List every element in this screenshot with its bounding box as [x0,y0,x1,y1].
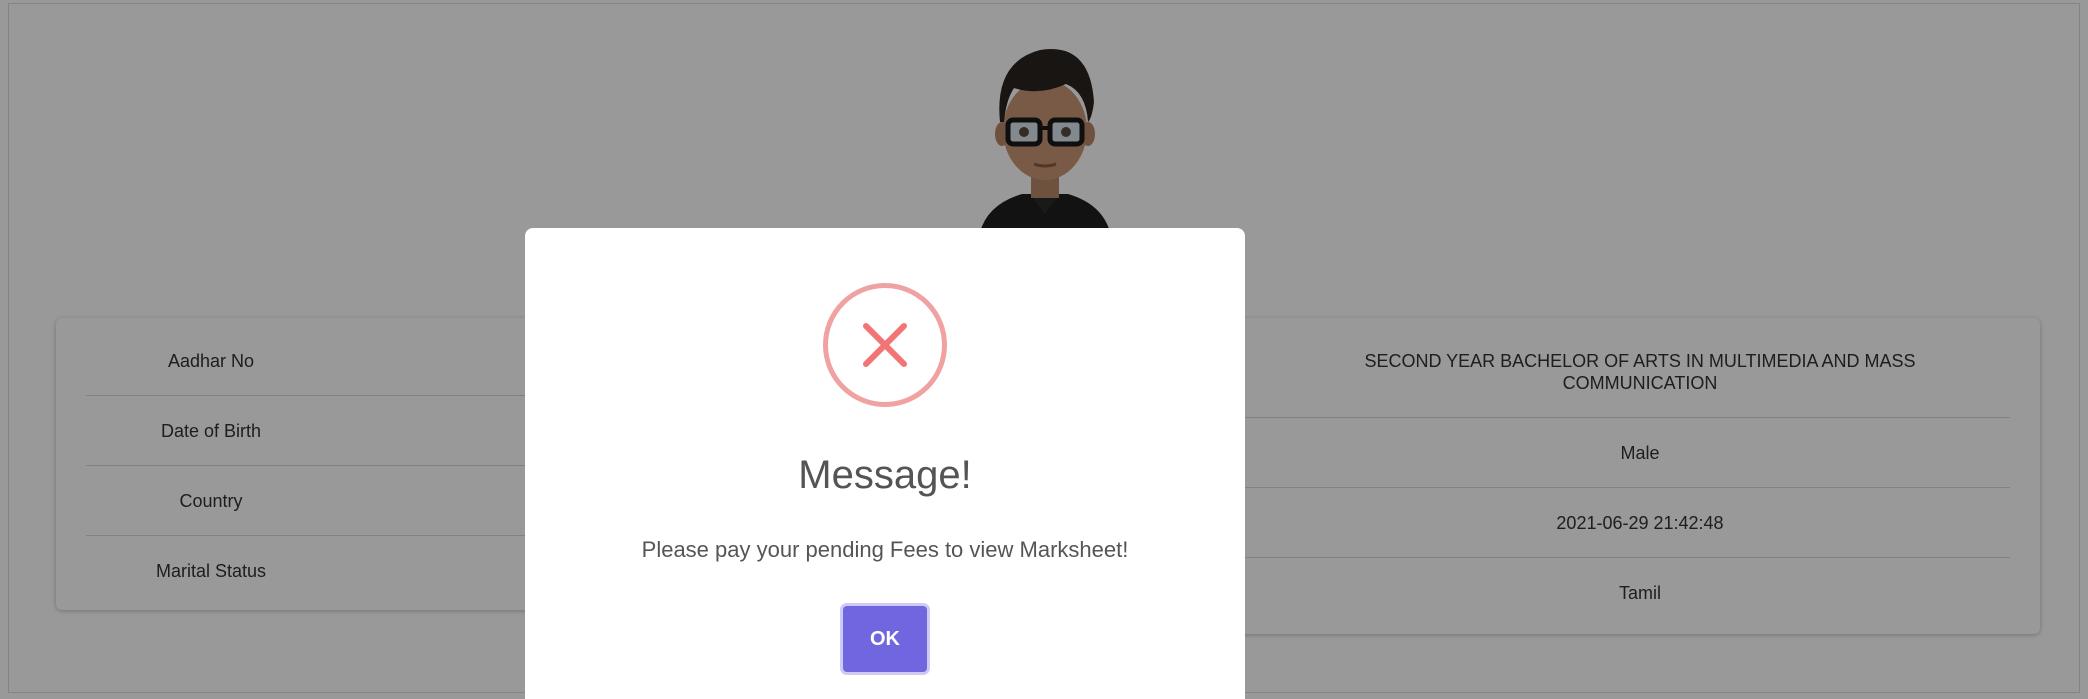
error-x-icon [823,283,947,407]
dialog-title: Message! [798,453,972,497]
ok-button[interactable]: OK [843,606,927,672]
message-dialog: Message! Please pay your pending Fees to… [525,228,1245,699]
dialog-message: Please pay your pending Fees to view Mar… [641,537,1129,562]
